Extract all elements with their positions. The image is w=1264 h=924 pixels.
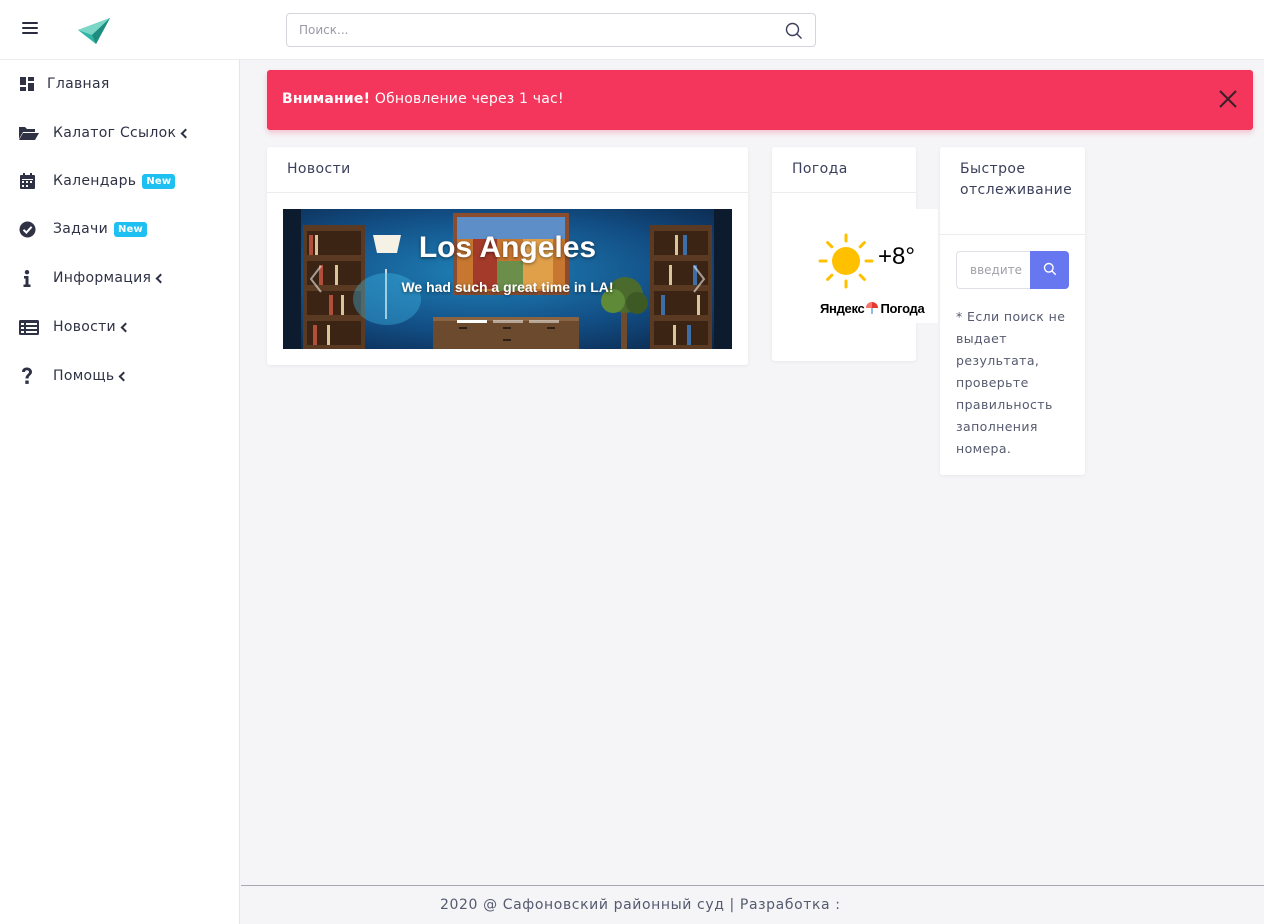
close-icon[interactable] <box>1217 88 1239 110</box>
calendar-icon <box>18 172 36 190</box>
search-input[interactable] <box>287 14 767 46</box>
news-card-title: Новости <box>267 147 748 193</box>
carousel-indicator[interactable] <box>493 320 523 323</box>
sidebar-item-label: Информация <box>53 270 152 286</box>
news-carousel: Los Angeles We had such a great time in … <box>283 209 732 349</box>
global-search <box>286 13 816 47</box>
dashboard-icon <box>18 75 36 93</box>
carousel-next-icon[interactable] <box>692 264 706 294</box>
folder-open-icon <box>18 124 40 142</box>
sidebar-item-tasks[interactable]: Задачи New <box>0 209 240 249</box>
weather-provider-service: Погода <box>880 301 925 316</box>
sidebar-item-home[interactable]: Главная <box>0 64 240 104</box>
tracking-search-button[interactable] <box>1030 251 1069 289</box>
sidebar-item-help[interactable]: Помощь <box>0 356 240 396</box>
tracking-hint: * Если поиск не выдает результата, прове… <box>956 309 1066 456</box>
footer-copyright: 2020 @ Сафоновский районный суд | Разраб… <box>440 897 841 913</box>
weather-card-title: Погода <box>772 147 916 193</box>
info-icon <box>18 269 36 287</box>
chevron-left-icon <box>155 273 166 283</box>
carousel-indicator[interactable] <box>457 320 487 323</box>
tracking-number-input[interactable] <box>956 251 1031 289</box>
top-header <box>0 0 1264 60</box>
yandex-weather-logo: Яндекс Погода <box>820 301 925 316</box>
newspaper-icon <box>18 318 40 336</box>
weather-provider: Яндекс <box>820 301 865 316</box>
chevron-left-icon <box>119 371 129 381</box>
check-circle-icon <box>18 220 36 238</box>
alert-message: Внимание! Обновление через 1 час! <box>282 91 564 107</box>
chevron-left-icon <box>120 322 131 332</box>
sidebar-item-label: Главная <box>47 76 110 92</box>
yandex-weather-widget[interactable]: +8° Яндекс Погода <box>816 209 938 323</box>
paper-plane-logo-icon[interactable] <box>76 16 112 46</box>
menu-toggle-icon[interactable] <box>22 22 38 36</box>
sidebar-item-links-catalog[interactable]: Калатог Ссылок <box>0 113 240 153</box>
sidebar-item-news[interactable]: Новости <box>0 307 240 347</box>
umbrella-icon <box>865 301 879 315</box>
search-icon <box>1043 262 1056 275</box>
sidebar-item-label: Калатог Ссылок <box>53 125 177 141</box>
tracking-card-title: Быстрое отслеживание <box>940 147 1085 235</box>
news-card: Новости Los Angeles We had such a great … <box>267 147 748 365</box>
chevron-left-icon <box>180 128 191 138</box>
search-icon[interactable] <box>785 22 803 40</box>
sun-icon <box>818 233 874 289</box>
quick-tracking-card: Быстрое отслеживание * Если поиск не выд… <box>940 147 1085 475</box>
carousel-title: Los Angeles <box>418 231 597 264</box>
new-badge: New <box>142 173 176 189</box>
alert-text: Обновление через 1 час! <box>370 91 564 107</box>
footer: 2020 @ Сафоновский районный суд | Разраб… <box>241 885 1264 924</box>
sidebar: Главная Калатог Ссылок Календарь New Зада… <box>0 60 240 924</box>
sidebar-item-calendar[interactable]: Календарь New <box>0 161 240 201</box>
sidebar-item-label: Помощь <box>53 368 115 384</box>
sidebar-item-label: Задачи <box>53 221 108 237</box>
carousel-caption: We had such a great time in LA! <box>401 279 614 295</box>
alert-strong: Внимание! <box>282 91 371 107</box>
carousel-prev-icon[interactable] <box>309 264 323 294</box>
sidebar-item-label: Календарь <box>53 173 137 189</box>
update-alert: Внимание! Обновление через 1 час! <box>267 70 1253 130</box>
question-icon <box>18 367 36 385</box>
new-badge: New <box>113 221 147 237</box>
temperature-value: +8° <box>878 243 915 270</box>
weather-card: Погода +8° Яндекс Погода <box>772 147 938 361</box>
sidebar-item-information[interactable]: Информация <box>0 258 240 298</box>
carousel-indicator[interactable] <box>529 320 559 323</box>
sidebar-item-label: Новости <box>53 319 116 335</box>
